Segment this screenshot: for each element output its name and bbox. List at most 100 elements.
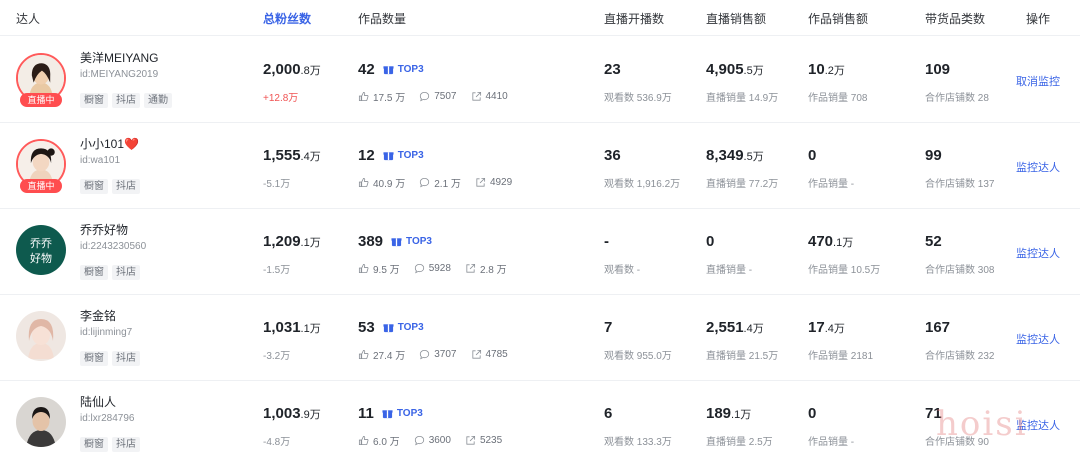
fans-change: +12.8万 (263, 93, 299, 104)
tag: 橱窗 (80, 93, 108, 108)
partner-shops: 合作店铺数 137 (925, 179, 995, 190)
works-sales: 0 (808, 147, 817, 164)
likes-stat: 40.9 万 (358, 175, 405, 190)
tag: 橱窗 (80, 179, 108, 194)
comments-stat: 3707 (419, 347, 457, 362)
influencer-name[interactable]: 乔乔好物 (80, 221, 128, 238)
table-row: 直播中 小小101❤️ id:wa101 橱窗 抖店 1,555.4万 -5.1… (0, 123, 1080, 209)
header-action: 操作 (1026, 12, 1051, 26)
share-icon (466, 263, 475, 273)
live-sales: 8,349.5万 (706, 147, 764, 164)
partner-shops: 合作店铺数 28 (925, 93, 989, 104)
gift-icon (383, 152, 394, 161)
works-sales: 17.4万 (808, 319, 845, 336)
total-fans: 1,031.1万 (263, 319, 321, 336)
avatar[interactable]: 直播中 (16, 139, 66, 193)
avatar[interactable]: 乔乔 好物 (16, 225, 66, 275)
avatar-image: 乔乔 好物 (16, 225, 66, 275)
header-categories[interactable]: 带货品类数 (925, 10, 985, 27)
work-stats: 9.5 万 5928 2.8 万 (358, 261, 507, 276)
top3-badge[interactable]: TOP3 (391, 236, 432, 247)
works-count: 42 TOP3 (358, 61, 424, 78)
works-count: 53 TOP3 (358, 319, 424, 336)
header-live-sales[interactable]: 直播销售额 (706, 10, 766, 27)
influencer-name[interactable]: 李金铭 (80, 307, 116, 324)
shares-stat: 2.8 万 (465, 261, 507, 276)
avatar-text: 乔乔 (30, 237, 52, 250)
header-influencer: 达人 (16, 12, 41, 26)
fans-change: -4.8万 (263, 437, 291, 448)
total-fans: 1,555.4万 (263, 147, 321, 164)
header-works-count[interactable]: 作品数量 (358, 10, 406, 27)
likes-stat: 17.5 万 (358, 89, 405, 104)
monitor-action-link[interactable]: 监控达人 (1016, 159, 1060, 175)
category-count: 167 (925, 319, 951, 336)
works-sales-volume: 作品销量 2181 (808, 351, 874, 362)
top3-badge[interactable]: TOP3 (383, 322, 424, 333)
share-icon (476, 177, 485, 187)
likes-stat: 9.5 万 (358, 261, 400, 276)
like-icon (358, 91, 369, 102)
comments-stat: 3600 (414, 433, 451, 448)
live-views: 观看数 133.3万 (604, 437, 672, 448)
works-sales-volume: 作品销量 - (808, 437, 855, 448)
influencer-name[interactable]: 陆仙人 (80, 393, 116, 410)
top3-badge[interactable]: TOP3 (383, 64, 424, 75)
works-count: 389 TOP3 (358, 233, 432, 250)
category-count: 109 (925, 61, 951, 78)
shares-stat: 4785 (471, 347, 508, 362)
avatar[interactable]: 直播中 (16, 53, 66, 107)
monitor-action-link[interactable]: 监控达人 (1016, 245, 1060, 261)
monitor-action-link[interactable]: 监控达人 (1016, 331, 1060, 347)
table-row: 李金铭 id:lijinming7 橱窗 抖店 1,031.1万 -3.2万 5… (0, 295, 1080, 381)
live-views: 观看数 1,916.2万 (604, 179, 681, 190)
tag: 抖店 (112, 179, 140, 194)
work-stats: 17.5 万 7507 4410 (358, 89, 508, 104)
comment-icon (420, 91, 430, 102)
header-works-sales[interactable]: 作品销售额 (808, 10, 868, 27)
header-live-count[interactable]: 直播开播数 (604, 10, 664, 27)
table-row: 陆仙人 id:lxr284796 橱窗 抖店 1,003.9万 -4.8万 11… (0, 381, 1080, 461)
live-sales: 0 (706, 233, 715, 250)
like-icon (358, 349, 369, 360)
partner-shops: 合作店铺数 308 (925, 265, 995, 276)
gift-icon (383, 66, 394, 75)
live-sales-volume: 直播销量 - (706, 265, 753, 276)
top3-badge[interactable]: TOP3 (382, 408, 423, 419)
monitor-action-link[interactable]: 取消监控 (1016, 73, 1060, 89)
total-fans: 1,209.1万 (263, 233, 321, 250)
influencer-name[interactable]: 美洋MEIYANG (80, 49, 158, 66)
works-sales-volume: 作品销量 10.5万 (808, 265, 881, 276)
header-total-fans[interactable]: 总粉丝数 (263, 10, 311, 27)
live-count: 23 (604, 61, 621, 78)
tag-list: 橱窗 抖店 通勤 (80, 93, 172, 108)
influencer-id: id:wa101 (80, 155, 121, 166)
works-sales-volume: 作品销量 708 (808, 93, 868, 104)
category-count: 52 (925, 233, 942, 250)
share-icon (466, 435, 475, 445)
category-count: 99 (925, 147, 942, 164)
top3-badge[interactable]: TOP3 (383, 150, 424, 161)
shares-stat: 5235 (465, 433, 502, 448)
live-sales: 4,905.5万 (706, 61, 764, 78)
likes-stat: 6.0 万 (358, 433, 400, 448)
comments-stat: 7507 (419, 89, 457, 104)
influencer-id: id:lxr284796 (80, 413, 135, 424)
live-views: 观看数 955.0万 (604, 351, 672, 362)
avatar-text: 好物 (30, 251, 52, 265)
tag-list: 橱窗 抖店 (80, 179, 140, 194)
like-icon (358, 177, 369, 188)
influencer-name[interactable]: 小小101❤️ (80, 135, 139, 152)
works-count: 12 TOP3 (358, 147, 424, 164)
tag: 抖店 (112, 265, 140, 280)
avatar[interactable] (16, 397, 66, 447)
share-icon (471, 91, 481, 101)
total-fans: 1,003.9万 (263, 405, 321, 422)
live-sales: 189.1万 (706, 405, 752, 422)
avatar[interactable] (16, 311, 66, 361)
tag: 抖店 (112, 437, 140, 452)
fans-change: -3.2万 (263, 351, 291, 362)
works-sales: 0 (808, 405, 817, 422)
comment-icon (414, 435, 424, 446)
shares-stat: 4929 (475, 175, 512, 190)
